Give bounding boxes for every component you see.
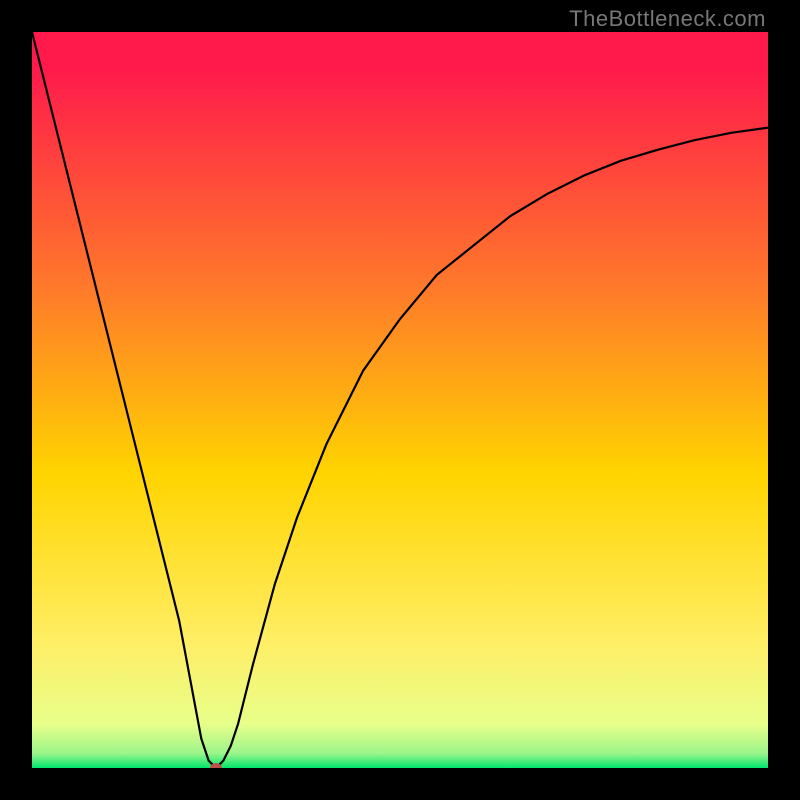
- watermark-text: TheBottleneck.com: [569, 6, 766, 32]
- chart-canvas: [32, 32, 768, 768]
- gradient-background: [32, 32, 768, 768]
- plot-area: [32, 32, 768, 768]
- chart-frame: TheBottleneck.com: [0, 0, 800, 800]
